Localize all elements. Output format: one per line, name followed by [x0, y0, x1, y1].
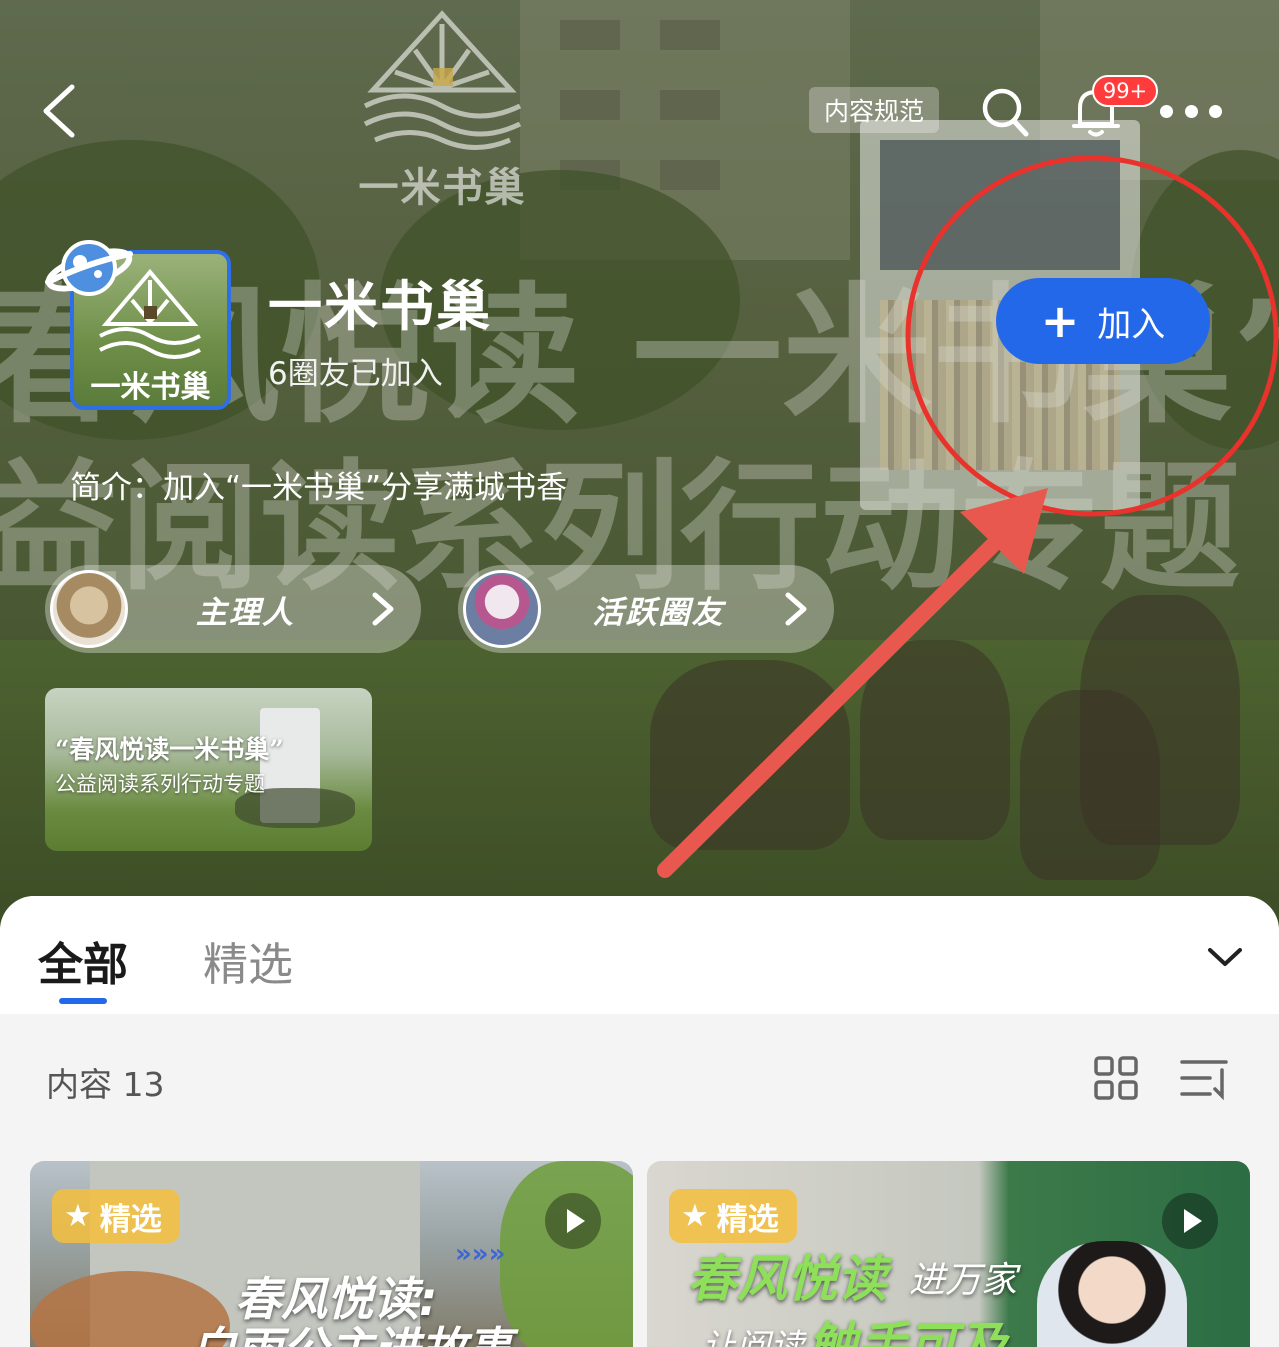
join-button[interactable]: + 加入 — [996, 278, 1210, 364]
content-sheet: 全部 精选 内容 13 ★ 精选 »»» 春风悦读: ★ 精选 春风悦读 进万家… — [0, 896, 1279, 1347]
content-tabs: 全部 精选 — [0, 896, 1279, 1014]
plus-icon: + — [1040, 294, 1080, 348]
card-title-line2-prefix: 让阅读 — [702, 1327, 804, 1347]
chevron-down-icon[interactable] — [1204, 936, 1246, 976]
play-icon[interactable] — [1162, 1193, 1218, 1249]
chevron-right-icon — [372, 592, 394, 626]
planet-icon — [45, 240, 133, 296]
notification-badge: 99+ — [1092, 75, 1158, 107]
background-window — [660, 90, 720, 120]
reading-family-image — [1020, 690, 1160, 880]
star-icon: ★ — [64, 1198, 92, 1234]
star-icon: ★ — [681, 1198, 709, 1234]
featured-badge: ★ 精选 — [52, 1189, 180, 1243]
featured-badge-label: 精选 — [99, 1201, 162, 1238]
content-rules-button[interactable]: 内容规范 — [809, 87, 939, 133]
reading-family-image — [650, 660, 850, 850]
active-members-label: 活跃圈友 — [592, 594, 725, 631]
card-title-suffix: 进万家 — [909, 1260, 1018, 1301]
card-title: 春风悦读 — [687, 1250, 887, 1308]
card-title-line2: 白雨公主进故事 — [190, 1313, 512, 1347]
background-window — [560, 20, 620, 50]
card-tree-image — [500, 1161, 633, 1347]
topic-card[interactable]: “春风悦读一米书巢” 公益阅读系列行动专题 — [45, 688, 372, 851]
owner-button[interactable]: 主理人 — [45, 565, 421, 653]
tab-all[interactable]: 全部 — [38, 928, 128, 993]
member-count[interactable]: 6圈友已加入 — [268, 348, 443, 393]
more-dot — [1184, 104, 1198, 118]
topic-card-title: “春风悦读一米书巢” — [55, 735, 284, 764]
owner-label: 主理人 — [196, 594, 295, 631]
search-icon[interactable] — [980, 86, 1030, 138]
background-window — [660, 20, 720, 50]
chevron-right-icon — [785, 592, 807, 626]
more-dot — [1160, 104, 1173, 118]
reading-family-image — [860, 640, 1010, 840]
active-tab-indicator — [59, 998, 107, 1004]
sort-icon[interactable] — [1180, 1054, 1230, 1102]
content-card[interactable]: ★ 精选 »»» 春风悦读: 白雨公主进故事 — [30, 1161, 633, 1347]
group-hero-banner: 春风悦读 一米书巢” 益阅读系列行动专题 一米书巢 内容规范 99+ 一米书巢 … — [0, 0, 1279, 930]
content-card[interactable]: ★ 精选 春风悦读 进万家 让阅读 触手可及 — [647, 1161, 1250, 1347]
more-dots-icon[interactable] — [1160, 100, 1222, 122]
card-presenter-image — [1037, 1241, 1187, 1347]
grid-view-icon[interactable] — [1092, 1054, 1140, 1102]
content-count: 内容 13 — [46, 1065, 165, 1104]
group-name: 一米书巢 — [268, 275, 492, 338]
join-button-label: 加入 — [1097, 304, 1166, 345]
topic-card-subtitle: 公益阅读系列行动专题 — [55, 772, 265, 796]
more-dot — [1209, 104, 1222, 118]
featured-badge: ★ 精选 — [669, 1189, 797, 1243]
group-avatar-text: 一米书巢 — [90, 370, 211, 405]
active-members-button[interactable]: 活跃圈友 — [458, 565, 834, 653]
card-title-line2: 触手可及 — [807, 1317, 1007, 1347]
play-icon[interactable] — [545, 1193, 601, 1249]
arrow-decoration: »»» — [455, 1239, 506, 1269]
tab-featured[interactable]: 精选 — [203, 928, 293, 993]
brand-logo-text: 一米书巢 — [358, 165, 527, 211]
background-window — [660, 160, 720, 190]
background-window — [560, 90, 620, 120]
active-member-avatar — [463, 570, 541, 648]
back-chevron-icon[interactable] — [30, 75, 90, 145]
group-intro: 简介：加入“一米书巢”分享满城书香 — [70, 470, 568, 506]
owner-avatar — [50, 570, 128, 648]
featured-badge-label: 精选 — [716, 1201, 779, 1238]
